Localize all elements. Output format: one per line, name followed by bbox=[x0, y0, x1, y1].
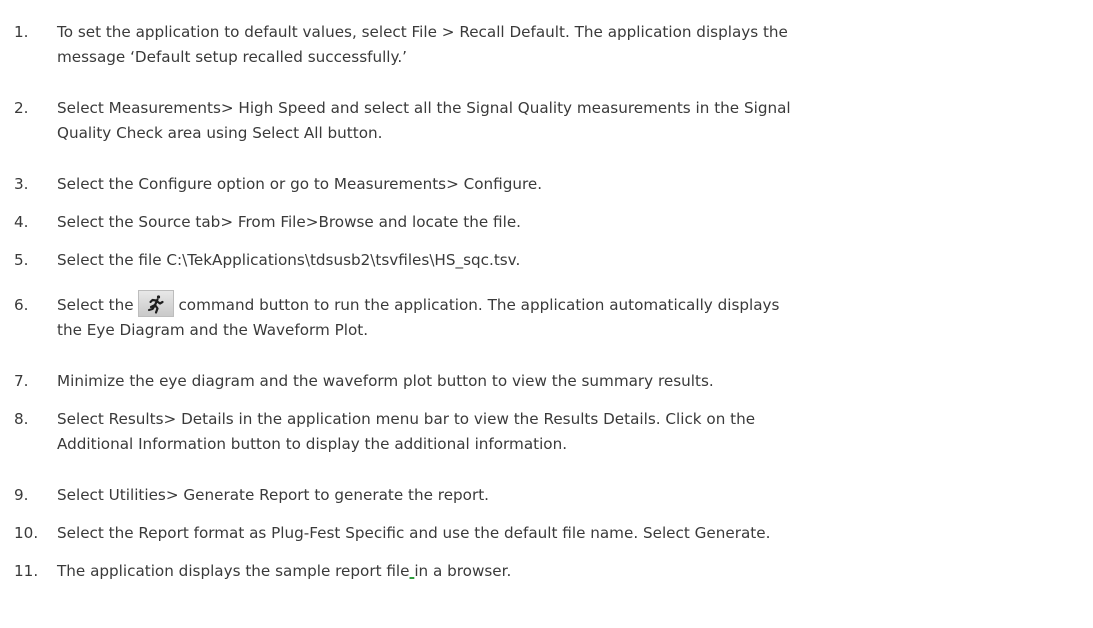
step-text: Select the Configure option or go to Mea… bbox=[57, 172, 1091, 197]
step-text: Select Utilities> Generate Report to gen… bbox=[57, 483, 1091, 508]
step-text: To set the application to default values… bbox=[57, 20, 1091, 70]
step-text: The application displays the sample repo… bbox=[57, 559, 1091, 584]
instruction-list: 1. To set the application to default val… bbox=[0, 0, 1093, 628]
step-number: 11. bbox=[14, 562, 39, 580]
step-text-line: Select the Report format as Plug-Fest Sp… bbox=[57, 524, 771, 542]
step-text-line: To set the application to default values… bbox=[57, 23, 788, 41]
step-text-fragment: command button to run the application. T… bbox=[178, 296, 780, 314]
step-text: Select the command button to run the app… bbox=[57, 290, 1091, 343]
step-text: Select Measurements> High Speed and sele… bbox=[57, 96, 1091, 146]
step-number: 5. bbox=[14, 251, 29, 269]
step-text: Select the file C:\TekApplications\tdsus… bbox=[57, 248, 1091, 273]
step-number: 2. bbox=[14, 99, 29, 117]
step-number: 4. bbox=[14, 213, 29, 231]
step-text-line: Quality Check area using Select All butt… bbox=[57, 124, 383, 142]
run-icon[interactable] bbox=[138, 290, 175, 317]
step-text-fragment: in a browser. bbox=[414, 562, 512, 580]
step-number: 7. bbox=[14, 372, 29, 390]
step-text-line: message ‘Default setup recalled successf… bbox=[57, 48, 407, 66]
step-number: 1. bbox=[14, 23, 29, 41]
step-text: Minimize the eye diagram and the wavefor… bbox=[57, 369, 1091, 394]
step-number: 9. bbox=[14, 486, 29, 504]
step-text-line: Select the Source tab> From File>Browse … bbox=[57, 213, 522, 231]
step-text-fragment: Select the bbox=[57, 296, 139, 314]
step-text-line: Additional Information button to display… bbox=[57, 435, 568, 453]
step-text-line: the Eye Diagram and the Waveform Plot. bbox=[57, 321, 369, 339]
step-text-line: Select Results> Details in the applicati… bbox=[57, 410, 756, 428]
step-number: 6. bbox=[14, 296, 29, 314]
step-text-line: Select the Configure option or go to Mea… bbox=[57, 175, 543, 193]
step-text: Select the Source tab> From File>Browse … bbox=[57, 210, 1091, 235]
step-text-line: Select Utilities> Generate Report to gen… bbox=[57, 486, 489, 504]
step-text-line: Minimize the eye diagram and the wavefor… bbox=[57, 372, 714, 390]
step-text: Select Results> Details in the applicati… bbox=[57, 407, 1091, 457]
step-text: Select the Report format as Plug-Fest Sp… bbox=[57, 521, 1091, 546]
step-text-line: Select Measurements> High Speed and sele… bbox=[57, 99, 791, 117]
step-number: 3. bbox=[14, 175, 29, 193]
step-number: 10. bbox=[14, 524, 39, 542]
step-text-fragment: The application displays the sample repo… bbox=[57, 562, 410, 580]
step-number: 8. bbox=[14, 410, 29, 428]
step-text-line: Select the file C:\TekApplications\tdsus… bbox=[57, 251, 521, 269]
